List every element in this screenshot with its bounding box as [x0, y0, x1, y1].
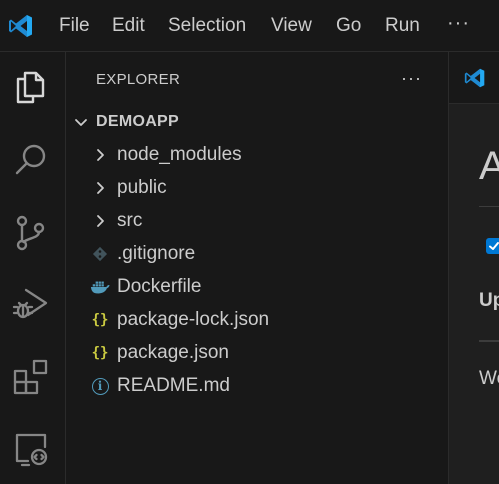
check-icon — [489, 242, 499, 250]
tree-item-label: Dockerfile — [117, 276, 202, 297]
editor-subheading: Up — [479, 290, 499, 311]
tree-item-label: public — [117, 177, 167, 198]
menu-view[interactable]: View — [271, 14, 312, 38]
menu-more-button[interactable]: ··· — [447, 12, 470, 35]
tree-item-label: package-lock.json — [117, 309, 270, 330]
divider — [479, 206, 499, 207]
tree-item-src[interactable]: src — [66, 205, 448, 237]
title-bar: File Edit Selection View Go Run ··· — [0, 0, 499, 52]
tree-item-package-lock-json[interactable]: {} package-lock.json — [66, 304, 448, 336]
menu-go[interactable]: Go — [336, 14, 361, 38]
editor-heading: A — [479, 144, 499, 188]
workspace-folder-header[interactable]: DEMOAPP — [72, 110, 179, 134]
explorer-icon[interactable] — [12, 68, 50, 106]
tree-item-label: README.md — [117, 375, 230, 396]
editor-area[interactable]: A Up We — [449, 52, 499, 484]
docker-icon — [90, 277, 110, 297]
info-icon: i — [90, 376, 110, 396]
git-icon — [90, 244, 110, 264]
tree-item-label: package.json — [117, 342, 229, 363]
tree-item-public[interactable]: public — [66, 172, 448, 204]
extensions-icon[interactable] — [12, 358, 50, 396]
tree-item-package-json[interactable]: {} package.json — [66, 337, 448, 369]
search-icon[interactable] — [12, 141, 50, 179]
menu-file[interactable]: File — [59, 14, 90, 38]
editor-tab-bar — [449, 52, 499, 104]
json-icon: {} — [91, 312, 109, 328]
activity-bar — [0, 52, 66, 484]
explorer-sidebar: EXPLORER ··· DEMOAPP node_modules public… — [66, 52, 449, 484]
run-debug-icon[interactable] — [12, 285, 50, 323]
menu-selection[interactable]: Selection — [168, 14, 246, 38]
chevron-right-icon — [90, 211, 110, 231]
chevron-down-icon — [75, 119, 87, 126]
source-control-icon[interactable] — [12, 214, 50, 252]
explorer-more-button[interactable]: ··· — [401, 68, 422, 89]
workspace-folder-name: DEMOAPP — [96, 113, 179, 130]
divider — [479, 340, 499, 342]
checkbox[interactable] — [486, 238, 499, 254]
json-icon: {} — [91, 345, 109, 361]
menu-edit[interactable]: Edit — [112, 14, 145, 38]
chevron-right-icon — [90, 178, 110, 198]
tree-item-gitignore[interactable]: .gitignore — [66, 238, 448, 270]
tree-item-readme[interactable]: i README.md — [66, 370, 448, 402]
tree-item-label: node_modules — [117, 144, 242, 165]
vscode-logo-icon[interactable] — [464, 67, 486, 89]
chevron-right-icon — [90, 145, 110, 165]
tree-item-label: src — [117, 210, 143, 231]
remote-explorer-icon[interactable] — [12, 430, 50, 468]
menu-run[interactable]: Run — [385, 14, 420, 38]
vscode-logo-icon — [9, 15, 32, 37]
explorer-title: EXPLORER — [96, 71, 181, 88]
editor-text: We — [479, 368, 499, 389]
tree-item-dockerfile[interactable]: Dockerfile — [66, 271, 448, 303]
tree-item-node-modules[interactable]: node_modules — [66, 139, 448, 171]
tree-item-label: .gitignore — [117, 243, 196, 264]
